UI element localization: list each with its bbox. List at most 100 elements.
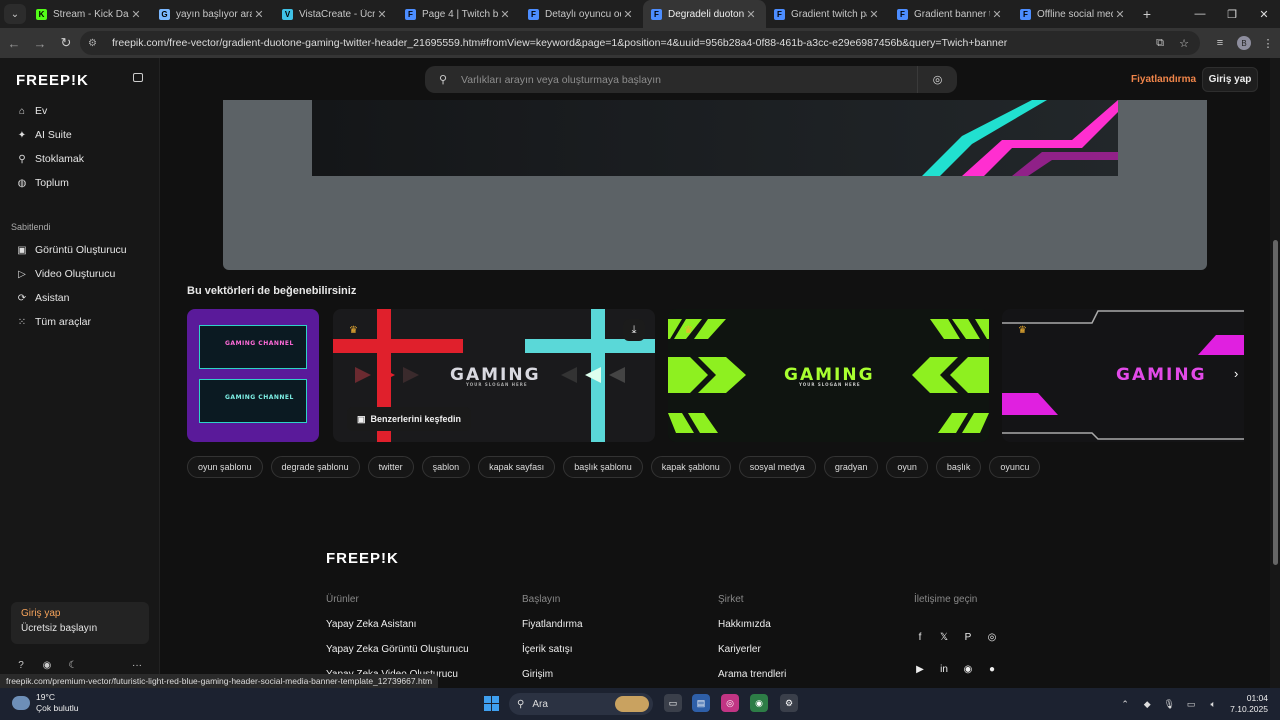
x-icon[interactable]: 𝕏 bbox=[938, 631, 950, 643]
tag-chip[interactable]: kapak şablonu bbox=[650, 456, 731, 478]
carousel-next-chevron-icon[interactable]: › bbox=[1234, 366, 1238, 381]
minimize-icon[interactable]: — bbox=[1184, 0, 1216, 28]
browser-tab[interactable]: F Gradient banner tem✕ bbox=[889, 0, 1012, 28]
sidebar-item[interactable]: ⁙ Tüm araçlar bbox=[16, 313, 91, 331]
footer-link[interactable]: Hakkımızda bbox=[718, 619, 771, 630]
footer-link[interactable]: Yapay Zeka Görüntü Oluşturucu bbox=[326, 644, 469, 655]
browser-tab[interactable]: F Gradient twitch pane✕ bbox=[766, 0, 889, 28]
pinterest-icon[interactable]: P bbox=[962, 631, 974, 643]
explore-similar-button[interactable]: ▣ Benzerlerini keşfedin bbox=[347, 407, 472, 431]
app-icon[interactable]: ⚙ bbox=[780, 694, 798, 712]
browser-tab[interactable]: V VistaCreate - Ücretsiz✕ bbox=[274, 0, 397, 28]
sidebar-item[interactable]: ◍ Toplum bbox=[16, 174, 69, 192]
footer-link[interactable]: Fiyatlandırma bbox=[522, 619, 583, 630]
sidebar-item[interactable]: ⌂ Ev bbox=[16, 102, 47, 120]
browser-tab[interactable]: F Page 4 | Twitch bann✕ bbox=[397, 0, 520, 28]
login-card-title[interactable]: Giriş yap bbox=[21, 608, 139, 619]
login-card[interactable]: Giriş yap Ücretsiz başlayın bbox=[11, 602, 149, 644]
chrome-icon[interactable]: ◉ bbox=[750, 694, 768, 712]
tag-chip[interactable]: başlık şablonu bbox=[563, 456, 643, 478]
tag-chip[interactable]: başlık bbox=[935, 456, 982, 478]
task-view-icon[interactable]: ▭ bbox=[664, 694, 682, 712]
taskbar-clock[interactable]: 01:04 7.10.2025 bbox=[1230, 693, 1268, 715]
microphone-icon[interactable]: 🎙︎ bbox=[1158, 699, 1180, 710]
login-card-subtitle[interactable]: Ücretsiz başlayın bbox=[21, 623, 139, 634]
pricing-link[interactable]: Fiyatlandırma bbox=[1131, 74, 1196, 85]
instagram-app-icon[interactable]: ◎ bbox=[721, 694, 739, 712]
facebook-icon[interactable]: f bbox=[914, 631, 926, 643]
close-window-icon[interactable]: ✕ bbox=[1248, 0, 1280, 28]
footer-link[interactable]: İçerik satışı bbox=[522, 644, 573, 655]
close-tab-icon[interactable]: ✕ bbox=[129, 8, 143, 21]
browser-tab[interactable]: F Degradeli duotone o✕ bbox=[643, 0, 766, 28]
media-controls-icon[interactable]: ≡ bbox=[1208, 37, 1232, 49]
download-icon[interactable]: ⤓ bbox=[623, 319, 645, 341]
sidebar-item[interactable]: ✦ AI Suite bbox=[16, 126, 72, 144]
thumbnail-card[interactable]: ♛ GAMING bbox=[1002, 309, 1244, 442]
browser-tab[interactable]: F Detaylı oyuncu odası✕ bbox=[520, 0, 643, 28]
close-tab-icon[interactable]: ✕ bbox=[252, 8, 266, 21]
help-icon[interactable]: ? bbox=[15, 660, 27, 671]
theme-moon-icon[interactable]: ☾ bbox=[67, 660, 79, 671]
tag-chip[interactable]: oyun bbox=[886, 456, 928, 478]
browser-tab[interactable]: Gyayın başlıyor arama✕ bbox=[151, 0, 274, 28]
thumbnail-card[interactable]: GAMING CHANNEL GAMING CHANNEL bbox=[187, 309, 319, 442]
forward-arrow-icon[interactable]: → bbox=[28, 31, 52, 55]
tag-chip[interactable]: oyuncu bbox=[989, 456, 1041, 478]
footer-link[interactable]: Yapay Zeka Asistanı bbox=[326, 619, 416, 630]
footer-link[interactable]: Kariyerler bbox=[718, 644, 761, 655]
sidebar-item[interactable]: ⟳ Asistan bbox=[16, 289, 70, 307]
tray-app-icon[interactable]: ◆ bbox=[1136, 699, 1158, 710]
footer-link[interactable]: Arama trendleri bbox=[718, 669, 786, 680]
signin-button[interactable]: Giriş yap bbox=[1202, 67, 1258, 92]
close-tab-icon[interactable]: ✕ bbox=[744, 8, 758, 21]
tab-search-chevron-icon[interactable]: ⌄ bbox=[4, 4, 26, 24]
tag-chip[interactable]: kapak sayfası bbox=[478, 456, 556, 478]
back-arrow-icon[interactable]: ← bbox=[2, 31, 26, 55]
volume-icon[interactable]: 🔈︎ bbox=[1202, 699, 1224, 710]
weather-widget[interactable]: 19°C Çok bulutlu bbox=[12, 692, 79, 714]
tag-chip[interactable]: degrade şablonu bbox=[270, 456, 360, 478]
sidebar-item[interactable]: ⚲ Stoklamak bbox=[16, 150, 84, 168]
close-tab-icon[interactable]: ✕ bbox=[621, 8, 635, 21]
tag-chip[interactable]: oyun şablonu bbox=[187, 456, 263, 478]
thumbnail-card[interactable]: ♛ GAMING YOUR SLOGAN HERE bbox=[668, 309, 989, 442]
sidebar-item[interactable]: ▣ Görüntü Oluşturucu bbox=[16, 241, 126, 259]
scrollbar-thumb[interactable] bbox=[1273, 240, 1278, 565]
store-icon[interactable]: ▤ bbox=[692, 694, 710, 712]
reload-icon[interactable]: ↻ bbox=[54, 31, 78, 55]
footer-link[interactable]: Girişim bbox=[522, 669, 553, 680]
translate-icon[interactable]: ⧉ bbox=[1148, 37, 1172, 50]
maximize-icon[interactable]: ❐ bbox=[1216, 0, 1248, 28]
browser-menu-icon[interactable]: ⋮ bbox=[1256, 37, 1280, 50]
tag-chip[interactable]: twitter bbox=[367, 456, 414, 478]
address-bar[interactable]: ⚙ freepik.com/free-vector/gradient-duoto… bbox=[80, 31, 1200, 55]
page-scrollbar[interactable] bbox=[1270, 58, 1280, 688]
discord-icon[interactable]: ◉ bbox=[41, 660, 53, 671]
profile-avatar[interactable]: B bbox=[1237, 36, 1251, 50]
collapse-sidebar-icon[interactable] bbox=[133, 73, 143, 82]
more-options-icon[interactable]: ··· bbox=[131, 660, 143, 671]
discord-icon[interactable]: ◉ bbox=[962, 663, 974, 675]
close-tab-icon[interactable]: ✕ bbox=[867, 8, 881, 21]
tag-chip[interactable]: sosyal medya bbox=[738, 456, 816, 478]
tag-chip[interactable]: gradyan bbox=[823, 456, 879, 478]
close-tab-icon[interactable]: ✕ bbox=[498, 8, 512, 21]
site-settings-icon[interactable]: ⚙ bbox=[88, 38, 102, 49]
sidebar-item[interactable]: ▷ Video Oluşturucu bbox=[16, 265, 115, 283]
taskbar-search[interactable]: ⚲ Ara bbox=[509, 693, 653, 715]
windows-start-icon[interactable] bbox=[484, 696, 499, 711]
browser-tab[interactable]: K Stream - Kick Dashbo✕ bbox=[28, 0, 151, 28]
browser-tab[interactable]: F Offline social media✕ bbox=[1012, 0, 1135, 28]
linkedin-icon[interactable]: in bbox=[938, 663, 950, 675]
close-tab-icon[interactable]: ✕ bbox=[1113, 8, 1127, 21]
search-input[interactable]: ⚲ Varlıkları arayın veya oluşturmaya baş… bbox=[425, 66, 957, 93]
tray-chevron-icon[interactable]: ⌃ bbox=[1114, 699, 1136, 710]
freepik-logo[interactable]: FREEP!K bbox=[16, 72, 89, 89]
instagram-icon[interactable]: ◎ bbox=[986, 631, 998, 643]
new-tab-button[interactable]: + bbox=[1135, 6, 1159, 22]
close-tab-icon[interactable]: ✕ bbox=[375, 8, 389, 21]
youtube-icon[interactable]: ▶ bbox=[914, 663, 926, 675]
close-tab-icon[interactable]: ✕ bbox=[990, 8, 1004, 21]
tag-chip[interactable]: şablon bbox=[421, 456, 471, 478]
